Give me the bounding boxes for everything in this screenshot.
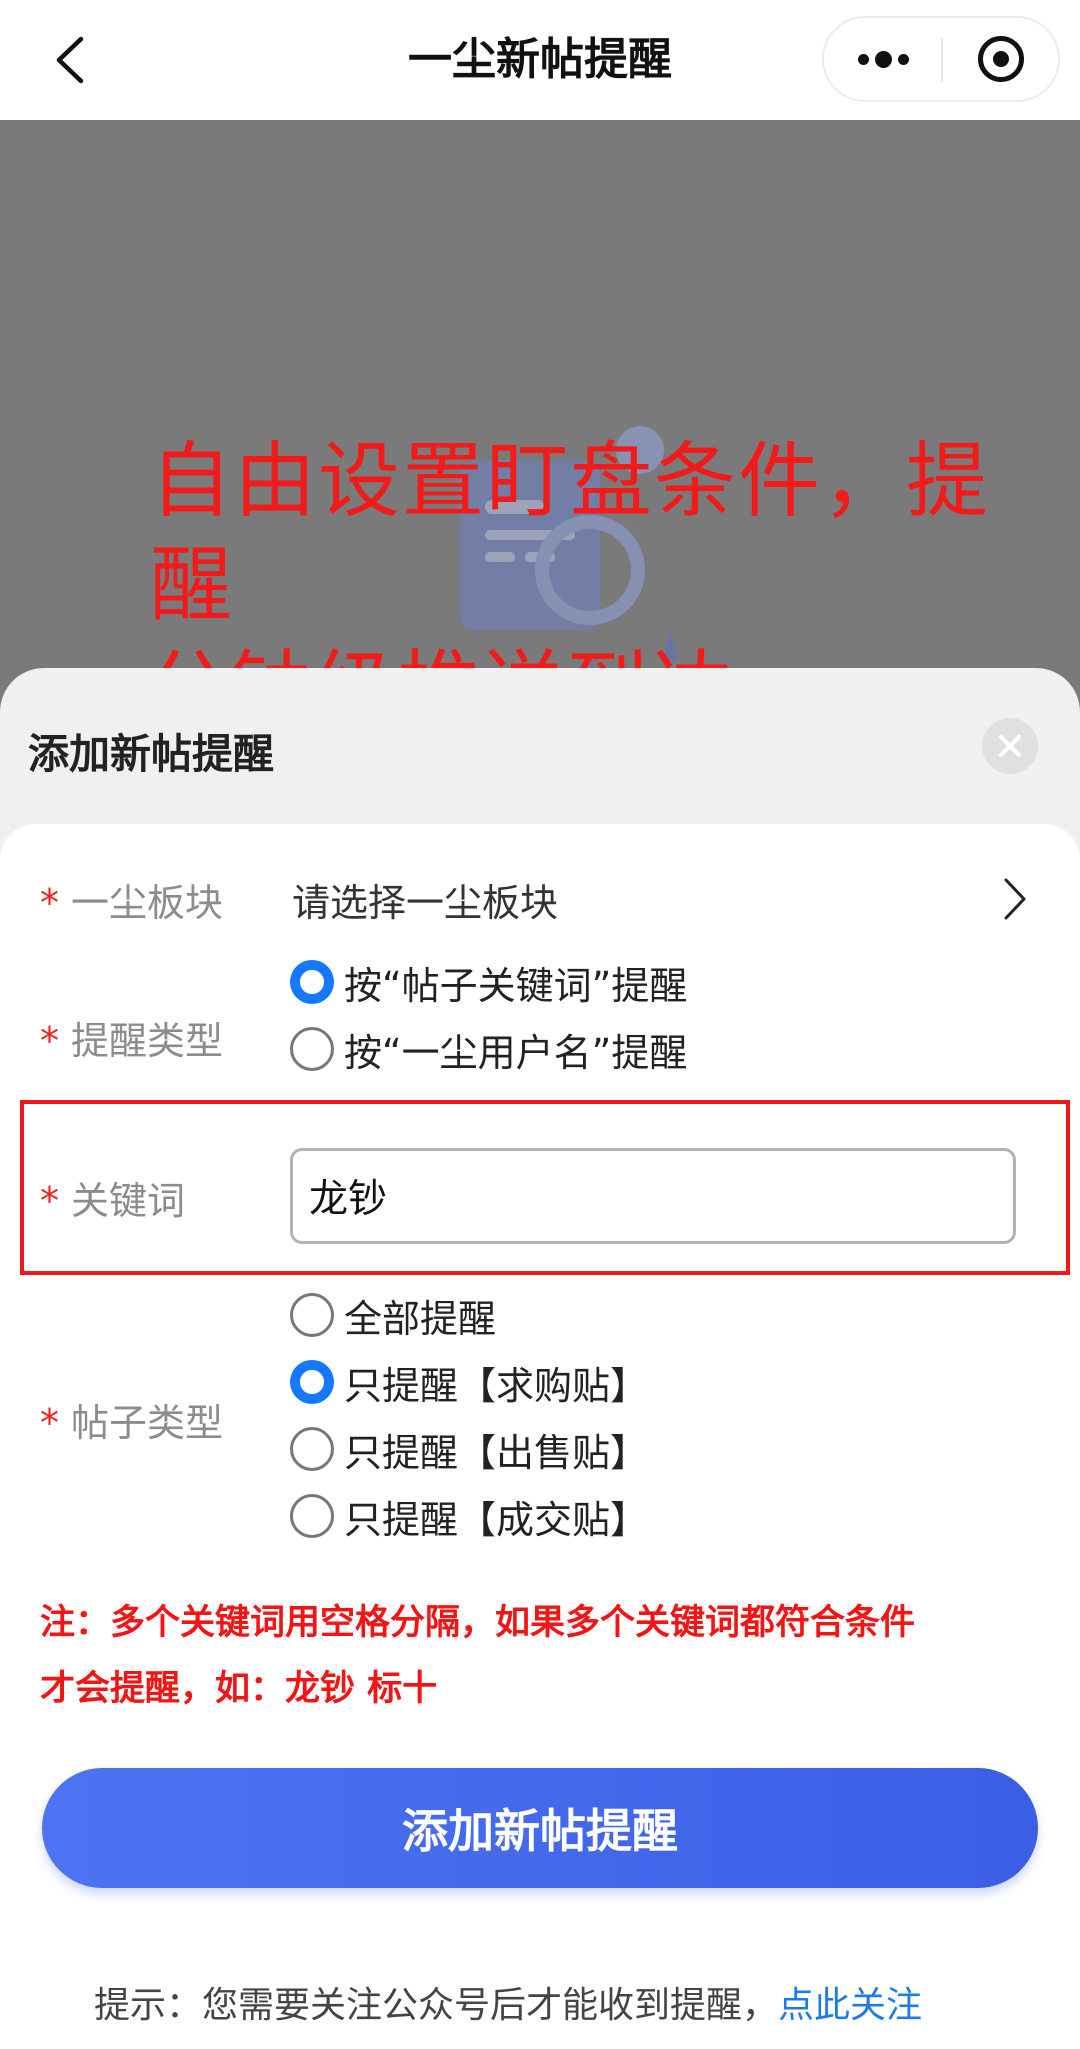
- keyword-input[interactable]: 龙钞: [290, 1148, 1016, 1244]
- add-reminder-button[interactable]: 添加新帖提醒: [42, 1768, 1038, 1888]
- more-dots-icon: [874, 50, 892, 68]
- post-type-label: * 帖子类型: [40, 1401, 224, 1445]
- post-type-option-buy[interactable]: 只提醒【求购贴】: [290, 1355, 648, 1409]
- keyword-note: 注：多个关键词用空格分隔，如果多个关键词都符合条件 才会提醒，如：龙钞 标十: [40, 1590, 1040, 1722]
- close-icon: [999, 735, 1021, 757]
- radio-unchecked-icon: [290, 1494, 334, 1538]
- tip-text: 提示：您需要关注公众号后才能收到提醒，: [94, 1985, 779, 2026]
- promo-line-1: 自由设置盯盘条件，提醒: [150, 434, 991, 633]
- post-type-option-sell[interactable]: 只提醒【出售贴】: [290, 1422, 648, 1476]
- board-selector[interactable]: 请选择一尘板块: [292, 872, 558, 927]
- follow-link[interactable]: 点此关注: [778, 1985, 922, 2026]
- close-mini-program-button[interactable]: [944, 18, 1058, 100]
- remind-type-label: * 提醒类型: [40, 1019, 224, 1063]
- post-type-option-all[interactable]: 全部提醒: [290, 1288, 496, 1342]
- board-label: * 一尘板块: [40, 881, 224, 925]
- radio-unchecked-icon: [290, 1293, 334, 1337]
- note-line-1: 注：多个关键词用空格分隔，如果多个关键词都符合条件: [40, 1603, 916, 1643]
- note-line-2: 才会提醒，如：龙钞 标十: [40, 1669, 438, 1709]
- post-type-option-deal[interactable]: 只提醒【成交贴】: [290, 1489, 648, 1543]
- required-mark: *: [40, 881, 59, 925]
- more-dots-icon: [897, 53, 909, 65]
- radio-checked-icon: [290, 960, 334, 1004]
- remind-type-option-keyword[interactable]: 按“帖子关键词”提醒: [290, 955, 687, 1009]
- radio-checked-icon: [290, 1360, 334, 1404]
- target-circle-icon: [978, 36, 1024, 82]
- keyword-label: * 关键词: [40, 1179, 186, 1223]
- remind-type-option-username[interactable]: 按“一尘用户名”提醒: [290, 1022, 687, 1076]
- radio-unchecked-icon: [290, 1027, 334, 1071]
- radio-unchecked-icon: [290, 1427, 334, 1471]
- chevron-right-icon[interactable]: [1000, 874, 1030, 924]
- capsule-divider: [941, 38, 943, 82]
- more-dots-icon: [857, 53, 869, 65]
- sheet-title: 添加新帖提醒: [28, 730, 274, 778]
- navigation-bar: 一尘新帖提醒: [0, 0, 1080, 120]
- sheet-close-button[interactable]: [982, 718, 1038, 774]
- more-menu-button[interactable]: [824, 18, 942, 100]
- mini-program-capsule: [822, 16, 1060, 102]
- follow-tip: 提示：您需要关注公众号后才能收到提醒，点此关注: [94, 1976, 922, 2028]
